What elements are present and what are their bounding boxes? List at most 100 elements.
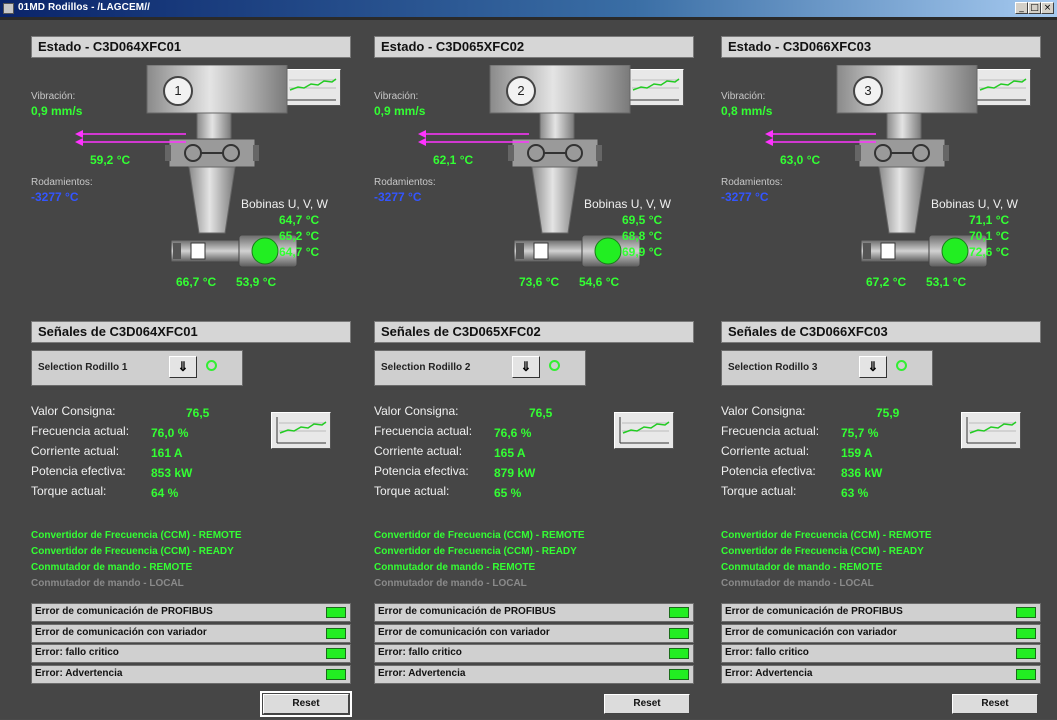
error-led bbox=[669, 607, 689, 618]
signal-value: 161 A bbox=[151, 446, 183, 460]
selection-rodillo-box: Selection Rodillo 3 ⇓ bbox=[721, 350, 933, 386]
bearing-temp-right: 54,6 °C bbox=[579, 275, 620, 289]
signal-label: Valor Consigna: bbox=[31, 404, 116, 418]
signal-value: 159 A bbox=[841, 446, 873, 460]
vibracion-label: Vibración: bbox=[374, 91, 419, 102]
status-line: Conmutador de mando - REMOTE bbox=[721, 562, 883, 573]
window-title: 01MD Rodillos - /LAGCEM// bbox=[18, 2, 150, 13]
error-row: Error: fallo critico bbox=[374, 644, 694, 663]
bearing-temp-left: 67,2 °C bbox=[866, 275, 907, 289]
minimize-button[interactable]: _ bbox=[1015, 2, 1028, 14]
signal-value: 76,0 % bbox=[151, 426, 189, 440]
signal-value: 836 kW bbox=[841, 466, 883, 480]
rodamientos-value: -3277 °C bbox=[31, 190, 79, 204]
flow-arrows bbox=[71, 130, 191, 146]
signal-value: 75,7 % bbox=[841, 426, 879, 440]
error-label: Error de comunicación de PROFIBUS bbox=[725, 606, 903, 617]
error-row: Error de comunicación de PROFIBUS bbox=[721, 603, 1041, 622]
senales-header: Señales de C3D064XFC01 bbox=[31, 321, 351, 343]
signal-label: Corriente actual: bbox=[721, 444, 810, 458]
status-line: Conmutador de mando - LOCAL bbox=[721, 578, 874, 589]
error-label: Error: fallo critico bbox=[378, 647, 462, 658]
maximize-button[interactable]: □ bbox=[1028, 2, 1041, 14]
bobina-w-value: 69,9 °C bbox=[622, 245, 663, 259]
roller-column: Estado - C3D066XFC03 Vibración: 0,8 mm/s… bbox=[721, 20, 1057, 720]
app-icon bbox=[3, 3, 14, 14]
error-label: Error: Advertencia bbox=[378, 668, 466, 679]
error-row: Error: Advertencia bbox=[31, 665, 351, 684]
error-row: Error de comunicación con variador bbox=[721, 624, 1041, 643]
signal-value: 76,6 % bbox=[494, 426, 532, 440]
error-led bbox=[326, 669, 346, 680]
signals-trend-button[interactable] bbox=[961, 412, 1021, 449]
error-led bbox=[1016, 628, 1036, 639]
signal-label: Corriente actual: bbox=[374, 444, 463, 458]
selection-rodillo-box: Selection Rodillo 2 ⇓ bbox=[374, 350, 586, 386]
error-label: Error de comunicación de PROFIBUS bbox=[378, 606, 556, 617]
status-line: Convertidor de Frecuencia (CCM) - READY bbox=[31, 546, 234, 557]
error-row: Error: fallo critico bbox=[31, 644, 351, 663]
bobina-v-value: 70,1 °C bbox=[969, 229, 1010, 243]
signal-label: Potencia efectiva: bbox=[721, 464, 816, 478]
error-row: Error de comunicación con variador bbox=[31, 624, 351, 643]
flow-arrows bbox=[761, 130, 881, 146]
error-row: Error: Advertencia bbox=[721, 665, 1041, 684]
signals-trend-button[interactable] bbox=[614, 412, 674, 449]
rodamientos-value: -3277 °C bbox=[374, 190, 422, 204]
signal-label: Frecuencia actual: bbox=[374, 424, 473, 438]
signal-label: Potencia efectiva: bbox=[31, 464, 126, 478]
signal-value: 165 A bbox=[494, 446, 526, 460]
bobina-v-value: 68,8 °C bbox=[622, 229, 663, 243]
roller-temp-value: 59,2 °C bbox=[90, 153, 131, 167]
rodamientos-value: -3277 °C bbox=[721, 190, 769, 204]
status-line: Convertidor de Frecuencia (CCM) - REMOTE bbox=[31, 530, 242, 541]
vibracion-value: 0,9 mm/s bbox=[374, 104, 426, 118]
selection-label: Selection Rodillo 1 bbox=[38, 362, 128, 373]
error-label: Error: Advertencia bbox=[725, 668, 813, 679]
selection-label: Selection Rodillo 2 bbox=[381, 362, 471, 373]
status-line: Conmutador de mando - REMOTE bbox=[31, 562, 193, 573]
roller-temp-value: 62,1 °C bbox=[433, 153, 474, 167]
reset-button[interactable]: Reset bbox=[604, 694, 690, 714]
signal-value: 853 kW bbox=[151, 466, 193, 480]
selection-toggle-button[interactable]: ⇓ bbox=[859, 356, 887, 378]
status-line: Convertidor de Frecuencia (CCM) - READY bbox=[721, 546, 924, 557]
error-row: Error de comunicación con variador bbox=[374, 624, 694, 643]
bearing-temp-left: 66,7 °C bbox=[176, 275, 217, 289]
roller-column: Estado - C3D065XFC02 Vibración: 0,9 mm/s… bbox=[374, 20, 716, 720]
selection-toggle-button[interactable]: ⇓ bbox=[169, 356, 197, 378]
error-row: Error: fallo critico bbox=[721, 644, 1041, 663]
status-line: Convertidor de Frecuencia (CCM) - REMOTE bbox=[721, 530, 932, 541]
selection-label: Selection Rodillo 3 bbox=[728, 362, 818, 373]
senales-header: Señales de C3D066XFC03 bbox=[721, 321, 1041, 343]
trend-icon bbox=[272, 413, 330, 448]
close-button[interactable]: × bbox=[1041, 2, 1054, 14]
reset-button[interactable]: Reset bbox=[260, 691, 352, 717]
window-titlebar[interactable]: 01MD Rodillos - /LAGCEM// _ □ × bbox=[0, 0, 1057, 17]
signals-trend-button[interactable] bbox=[271, 412, 331, 449]
error-led bbox=[1016, 607, 1036, 618]
error-led bbox=[669, 628, 689, 639]
error-led bbox=[326, 648, 346, 659]
signal-value: 879 kW bbox=[494, 466, 536, 480]
signal-label: Torque actual: bbox=[721, 484, 797, 498]
signal-value: 63 % bbox=[841, 486, 869, 500]
signal-value: 65 % bbox=[494, 486, 522, 500]
flow-arrows bbox=[414, 130, 534, 146]
vibracion-value: 0,8 mm/s bbox=[721, 104, 773, 118]
error-label: Error de comunicación con variador bbox=[725, 627, 897, 638]
bobina-u-value: 71,1 °C bbox=[969, 213, 1010, 227]
bobina-u-value: 69,5 °C bbox=[622, 213, 663, 227]
estado-header: Estado - C3D065XFC02 bbox=[374, 36, 694, 58]
selection-toggle-button[interactable]: ⇓ bbox=[512, 356, 540, 378]
error-led bbox=[326, 628, 346, 639]
error-led bbox=[669, 669, 689, 680]
signal-label: Torque actual: bbox=[374, 484, 450, 498]
selection-indicator-icon bbox=[549, 360, 560, 371]
signal-label: Torque actual: bbox=[31, 484, 107, 498]
bobina-w-value: 64,7 °C bbox=[279, 245, 320, 259]
bobina-u-value: 64,7 °C bbox=[279, 213, 320, 227]
reset-button[interactable]: Reset bbox=[952, 694, 1038, 714]
vibracion-label: Vibración: bbox=[721, 91, 766, 102]
trend-icon bbox=[962, 413, 1020, 448]
